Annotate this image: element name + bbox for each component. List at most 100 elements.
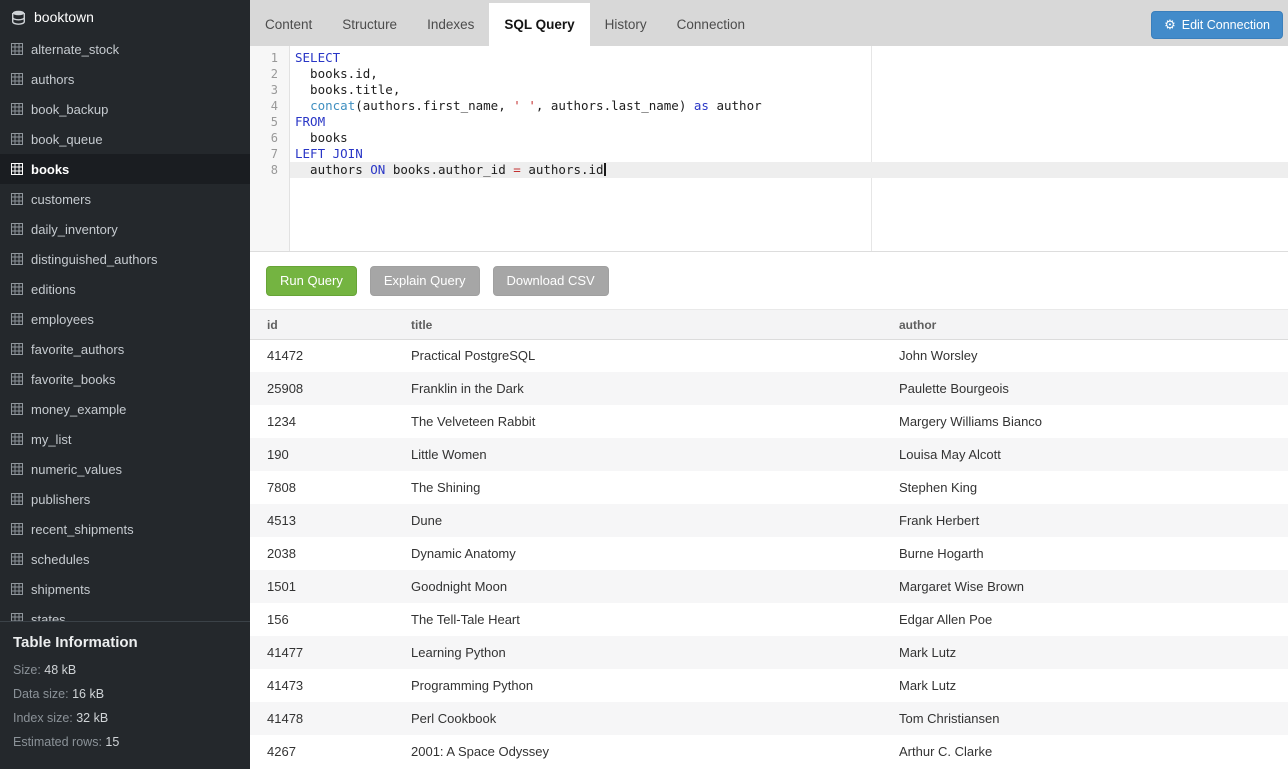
table-icon xyxy=(11,373,23,385)
table-row[interactable]: 1234The Velveteen RabbitMargery Williams… xyxy=(250,405,1288,438)
database-header[interactable]: booktown xyxy=(0,0,250,34)
table-name-label: distinguished_authors xyxy=(31,252,157,267)
table-icon xyxy=(11,433,23,445)
cell: 41472 xyxy=(250,339,394,372)
table-info-value: 15 xyxy=(105,735,119,749)
sidebar-item-numeric_values[interactable]: numeric_values xyxy=(0,454,250,484)
cell: The Tell-Tale Heart xyxy=(394,603,882,636)
sidebar-item-publishers[interactable]: publishers xyxy=(0,484,250,514)
sidebar-item-favorite_books[interactable]: favorite_books xyxy=(0,364,250,394)
sidebar: booktown alternate_stockauthors book_back… xyxy=(0,0,250,769)
results-table: idtitleauthor 41472Practical PostgreSQLJ… xyxy=(250,309,1288,769)
sidebar-item-book_queue[interactable]: book_queue xyxy=(0,124,250,154)
sidebar-item-recent_shipments[interactable]: recent_shipments xyxy=(0,514,250,544)
table-icon xyxy=(11,133,23,145)
tab-sql-query[interactable]: SQL Query xyxy=(489,3,589,46)
main-panel: ContentStructureIndexesSQL QueryHistoryC… xyxy=(250,0,1288,769)
line-number-gutter: 12345678 xyxy=(250,46,290,251)
table-info-label: Index size: xyxy=(13,711,76,725)
cell: Dune xyxy=(394,504,882,537)
sidebar-item-employees[interactable]: employees xyxy=(0,304,250,334)
edit-connection-label: Edit Connection xyxy=(1182,18,1270,32)
query-results: idtitleauthor 41472Practical PostgreSQLJ… xyxy=(250,309,1288,769)
table-name-label: daily_inventory xyxy=(31,222,118,237)
tab-indexes[interactable]: Indexes xyxy=(412,3,489,46)
table-info-value: 32 kB xyxy=(76,711,108,725)
sidebar-item-authors[interactable]: authors xyxy=(0,64,250,94)
explain-query-button[interactable]: Explain Query xyxy=(370,266,480,296)
sidebar-item-my_list[interactable]: my_list xyxy=(0,424,250,454)
column-header-id: id xyxy=(250,309,394,339)
sidebar-item-book_backup[interactable]: book_backup xyxy=(0,94,250,124)
cell: Franklin in the Dark xyxy=(394,372,882,405)
line-number: 4 xyxy=(250,98,289,114)
database-name: booktown xyxy=(34,9,94,25)
sidebar-item-books[interactable]: books xyxy=(0,154,250,184)
gear-icon: ⚙ xyxy=(1164,18,1176,31)
sql-code-area[interactable]: SELECT books.id, books.title, concat(aut… xyxy=(290,46,1288,251)
table-icon xyxy=(11,523,23,535)
line-number: 2 xyxy=(250,66,289,82)
table-name-label: favorite_authors xyxy=(31,342,124,357)
sidebar-item-editions[interactable]: editions xyxy=(0,274,250,304)
sql-token: LEFT JOIN xyxy=(295,146,363,161)
table-icon xyxy=(11,313,23,325)
edit-connection-button[interactable]: ⚙ Edit Connection xyxy=(1151,11,1283,39)
table-row[interactable]: 42672001: A Space OdysseyArthur C. Clark… xyxy=(250,735,1288,768)
text-cursor xyxy=(604,163,606,176)
table-row[interactable]: 25908Franklin in the DarkPaulette Bourge… xyxy=(250,372,1288,405)
table-icon xyxy=(11,253,23,265)
code-line: FROM xyxy=(290,114,1288,130)
cell: 2038 xyxy=(250,537,394,570)
database-icon xyxy=(11,10,26,25)
table-row[interactable]: 4513DuneFrank Herbert xyxy=(250,504,1288,537)
table-row[interactable]: 41472Practical PostgreSQLJohn Worsley xyxy=(250,339,1288,372)
tab-content[interactable]: Content xyxy=(250,3,327,46)
table-row[interactable]: 41478Perl CookbookTom Christiansen xyxy=(250,702,1288,735)
line-number: 5 xyxy=(250,114,289,130)
code-line: books.id, xyxy=(290,66,1288,82)
cell: Learning Python xyxy=(394,636,882,669)
table-info-value: 48 kB xyxy=(44,663,76,677)
sidebar-item-distinguished_authors[interactable]: distinguished_authors xyxy=(0,244,250,274)
sidebar-item-favorite_authors[interactable]: favorite_authors xyxy=(0,334,250,364)
code-line: LEFT JOIN xyxy=(290,146,1288,162)
cell: Tom Christiansen xyxy=(882,702,1288,735)
table-row[interactable]: 190Little WomenLouisa May Alcott xyxy=(250,438,1288,471)
code-line: books.title, xyxy=(290,82,1288,98)
table-name-label: numeric_values xyxy=(31,462,122,477)
sql-token: FROM xyxy=(295,114,325,129)
table-row[interactable]: 2038Dynamic AnatomyBurne Hogarth xyxy=(250,537,1288,570)
table-info-label: Size: xyxy=(13,663,44,677)
code-line: books xyxy=(290,130,1288,146)
download-csv-button[interactable]: Download CSV xyxy=(493,266,609,296)
table-icon xyxy=(11,613,23,621)
sidebar-item-shipments[interactable]: shipments xyxy=(0,574,250,604)
sidebar-item-customers[interactable]: customers xyxy=(0,184,250,214)
table-info-row: Size: 48 kB xyxy=(13,663,237,677)
run-query-button[interactable]: Run Query xyxy=(266,266,357,296)
table-name-label: book_backup xyxy=(31,102,108,117)
sidebar-item-alternate_stock[interactable]: alternate_stock xyxy=(0,34,250,64)
table-name-label: shipments xyxy=(31,582,90,597)
tab-structure[interactable]: Structure xyxy=(327,3,412,46)
table-row[interactable]: 1501Goodnight MoonMargaret Wise Brown xyxy=(250,570,1288,603)
sidebar-item-states[interactable]: states xyxy=(0,604,250,621)
tab-connection[interactable]: Connection xyxy=(662,3,760,46)
sidebar-item-daily_inventory[interactable]: daily_inventory xyxy=(0,214,250,244)
sql-editor[interactable]: 12345678 SELECT books.id, books.title, c… xyxy=(250,46,1288,252)
table-row[interactable]: 156The Tell-Tale HeartEdgar Allen Poe xyxy=(250,603,1288,636)
table-row[interactable]: 41477Learning PythonMark Lutz xyxy=(250,636,1288,669)
cell: Mark Lutz xyxy=(882,636,1288,669)
tab-history[interactable]: History xyxy=(590,3,662,46)
sidebar-item-schedules[interactable]: schedules xyxy=(0,544,250,574)
cell: Arthur C. Clarke xyxy=(882,735,1288,768)
line-number: 1 xyxy=(250,50,289,66)
table-row[interactable]: 7808The ShiningStephen King xyxy=(250,471,1288,504)
table-row[interactable]: 41473Programming PythonMark Lutz xyxy=(250,669,1288,702)
cell: Perl Cookbook xyxy=(394,702,882,735)
cell: Mark Lutz xyxy=(882,669,1288,702)
sql-token: as xyxy=(694,98,709,113)
column-header-title: title xyxy=(394,309,882,339)
sidebar-item-money_example[interactable]: money_example xyxy=(0,394,250,424)
